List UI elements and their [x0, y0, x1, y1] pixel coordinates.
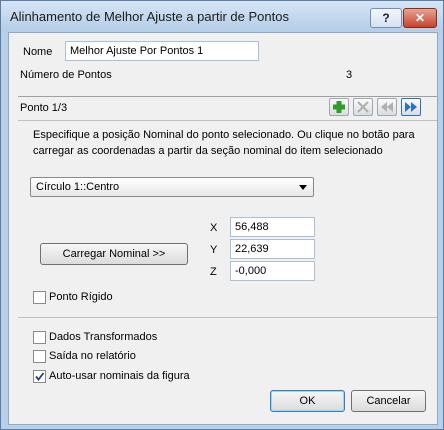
dialog-body: [8, 32, 438, 425]
title-bar[interactable]: Alinhamento de Melhor Ajuste a partir de…: [1, 1, 443, 31]
y-label: Y: [210, 244, 218, 256]
chevron-down-icon: [299, 185, 307, 190]
name-input[interactable]: Melhor Ajuste Por Pontos 1: [65, 41, 259, 61]
auto-nominals-label: Auto-usar nominais da figura: [49, 370, 190, 382]
x-label: X: [210, 222, 218, 234]
panel-top-border: [18, 120, 437, 121]
rigid-point-checkbox[interactable]: [33, 291, 46, 304]
panel-bottom-border: [18, 317, 437, 318]
close-button[interactable]: ✕: [403, 8, 437, 28]
z-label: Z: [210, 266, 217, 278]
rigid-point-label: Ponto Rígido: [49, 291, 113, 303]
cancel-button[interactable]: Cancelar: [351, 390, 426, 412]
window-title: Alinhamento de Melhor Ajuste a partir de…: [10, 9, 289, 24]
feature-select[interactable]: Círculo 1::Centro: [30, 177, 314, 197]
report-output-label: Saída no relatório: [49, 350, 136, 362]
transformed-data-checkbox[interactable]: [33, 331, 46, 344]
instructions-line-2: carregar as coordenadas a partir da seçã…: [33, 145, 383, 157]
remove-point-button[interactable]: [353, 98, 373, 116]
checkmark-icon: [35, 372, 45, 381]
section-divider: [18, 96, 437, 97]
load-nominal-button[interactable]: Carregar Nominal >>: [40, 243, 188, 265]
instructions-line-1: Especifique a posição Nominal do ponto s…: [33, 129, 415, 141]
points-count-value: 3: [346, 69, 353, 81]
y-input[interactable]: 22,639: [230, 239, 315, 259]
help-button[interactable]: ?: [370, 8, 402, 28]
previous-point-icon: [381, 102, 393, 112]
feature-select-value: Círculo 1::Centro: [36, 181, 120, 193]
previous-point-button[interactable]: [377, 98, 397, 116]
report-output-checkbox[interactable]: [33, 350, 46, 363]
z-input[interactable]: -0,000: [230, 261, 315, 281]
remove-point-icon: [357, 101, 369, 113]
point-header: Ponto 1/3: [20, 102, 68, 114]
add-point-icon: [333, 101, 345, 113]
next-point-icon: [405, 102, 417, 112]
name-label: Nome: [23, 46, 53, 58]
next-point-button[interactable]: [401, 98, 421, 116]
ok-button[interactable]: OK: [270, 390, 345, 412]
transformed-data-label: Dados Transformados: [49, 331, 158, 343]
add-point-button[interactable]: [329, 98, 349, 116]
x-input[interactable]: 56,488: [230, 217, 315, 237]
points-count-label: Número de Pontos: [20, 69, 112, 81]
dialog-window: Alinhamento de Melhor Ajuste a partir de…: [0, 0, 444, 430]
auto-nominals-checkbox[interactable]: [33, 370, 46, 383]
